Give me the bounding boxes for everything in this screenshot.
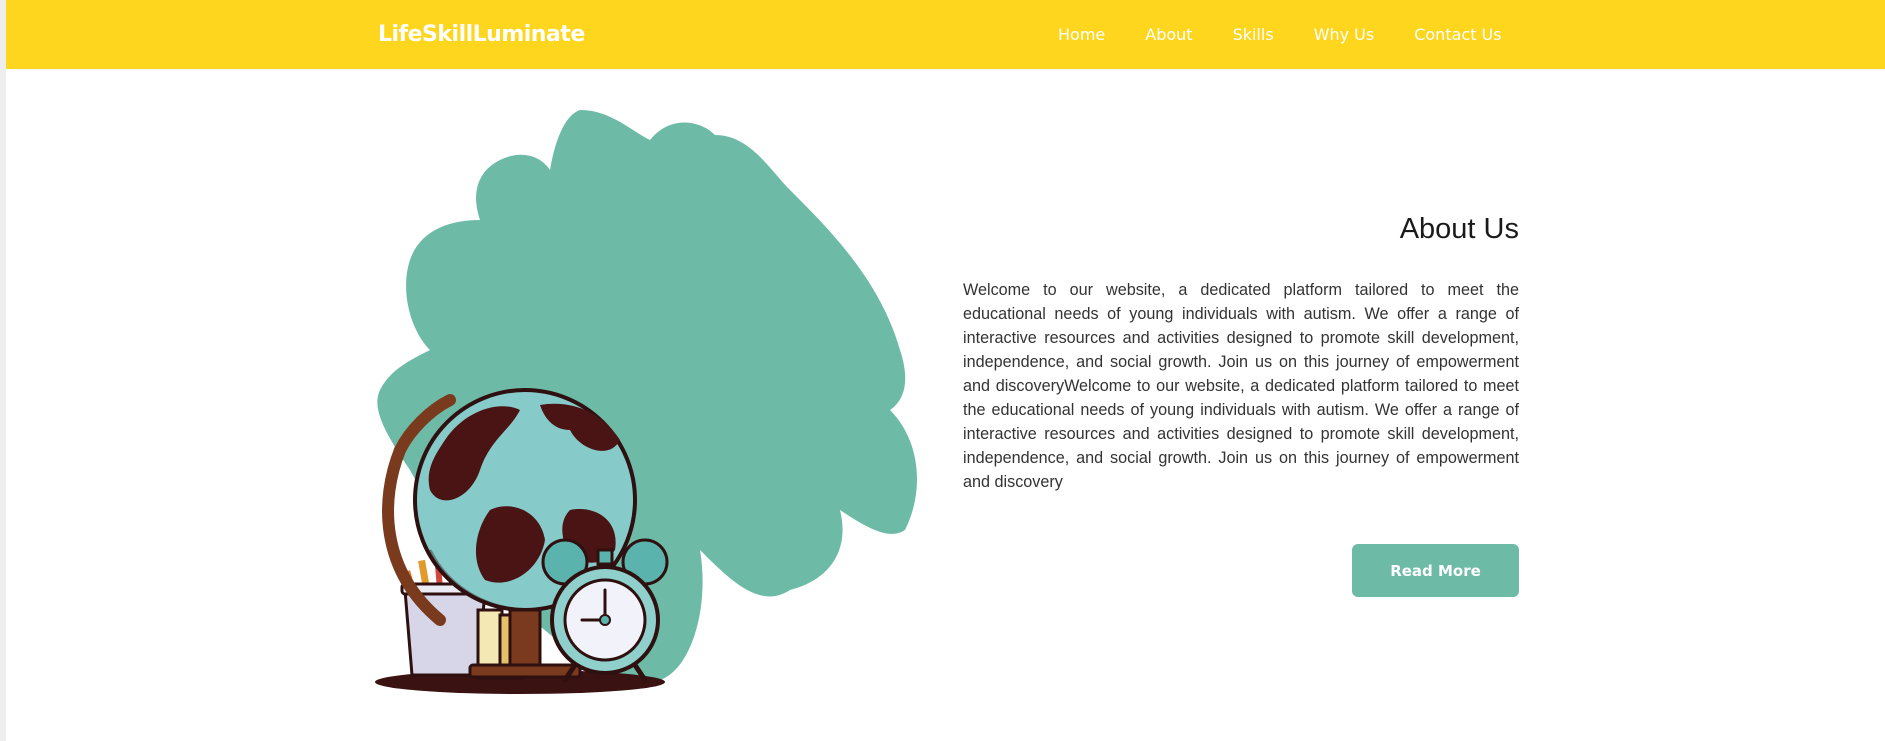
nav-link-home[interactable]: Home xyxy=(1058,25,1105,44)
nav-link-contact-us[interactable]: Contact Us xyxy=(1414,25,1501,44)
about-illustration xyxy=(370,110,945,700)
about-title: About Us xyxy=(1399,213,1519,245)
nav-menu: Home About Skills Why Us Contact Us xyxy=(1058,25,1542,44)
nav-link-skills[interactable]: Skills xyxy=(1233,25,1274,44)
brand-logo[interactable]: LifeSkillLuminate xyxy=(378,22,585,47)
nav-link-about[interactable]: About xyxy=(1145,25,1192,44)
navbar: LifeSkillLuminate Home About Skills Why … xyxy=(6,0,1885,69)
read-more-button[interactable]: Read More xyxy=(1352,544,1519,597)
about-paragraph: Welcome to our website, a dedicated plat… xyxy=(963,281,1519,491)
nav-link-why-us[interactable]: Why Us xyxy=(1314,25,1375,44)
page-left-edge xyxy=(0,0,6,741)
